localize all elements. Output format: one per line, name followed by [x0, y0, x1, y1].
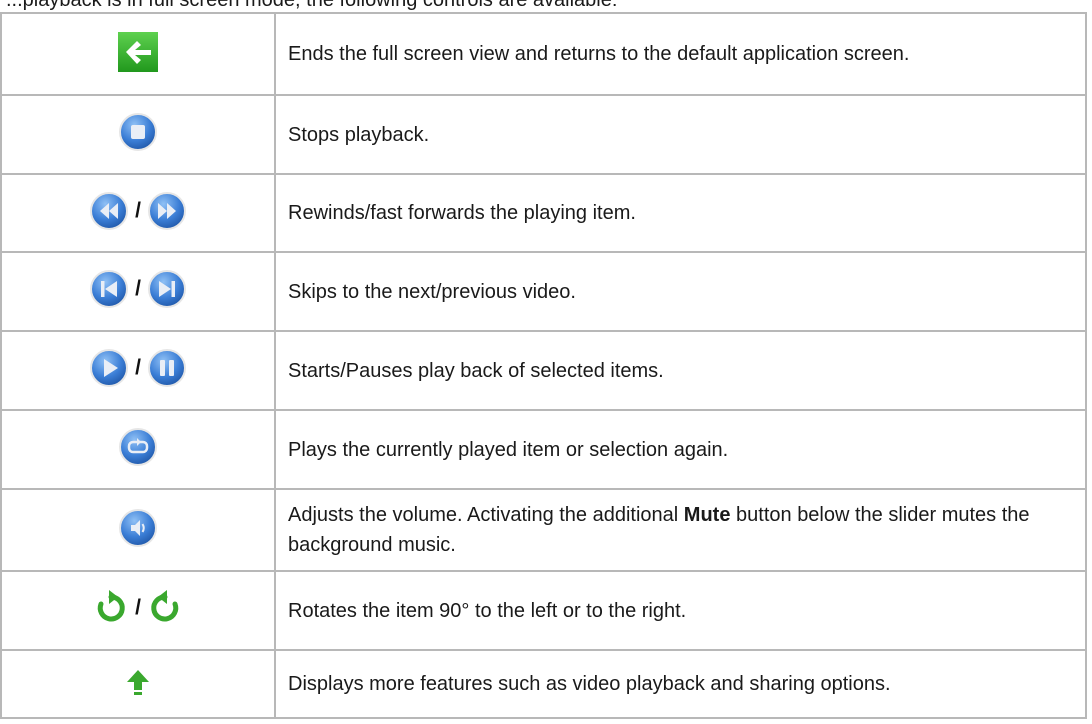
- table-row: Ends the full screen view and returns to…: [0, 12, 1087, 96]
- description-cell: Rotates the item 90° to the left or to t…: [274, 570, 1087, 651]
- rewind-icon: [89, 191, 129, 231]
- description-cell: Adjusts the volume. Activating the addit…: [274, 488, 1087, 572]
- table-row: Adjusts the volume. Activating the addit…: [0, 488, 1087, 572]
- table-row: / Starts/Pauses play back of selected it…: [0, 330, 1087, 411]
- icon-cell: [0, 12, 276, 96]
- skip-next-icon: [147, 269, 187, 309]
- icon-cell: /: [0, 330, 276, 411]
- description-cell: Stops playback.: [274, 94, 1087, 175]
- icon-cell: /: [0, 570, 276, 651]
- description-cell: Ends the full screen view and returns to…: [274, 12, 1087, 96]
- table-row: Displays more features such as video pla…: [0, 649, 1087, 719]
- description-cell: Rewinds/fast forwards the playing item.: [274, 173, 1087, 253]
- table-row: / Rewinds/fast forwards the playing item…: [0, 173, 1087, 253]
- table-row: / Skips to the next/previous video.: [0, 251, 1087, 332]
- repeat-icon: [118, 427, 158, 467]
- volume-icon: [118, 508, 158, 548]
- controls-table: Ends the full screen view and returns to…: [0, 12, 1087, 719]
- icon-cell: [0, 94, 276, 175]
- pause-icon: [147, 348, 187, 388]
- rotate-left-icon: [89, 588, 129, 628]
- intro-text: ...playback is in full screen mode, the …: [6, 0, 618, 11]
- description-cell: Skips to the next/previous video.: [274, 251, 1087, 332]
- table-row: Plays the currently played item or selec…: [0, 409, 1087, 490]
- icon-cell: /: [0, 251, 276, 332]
- rotate-right-icon: [147, 588, 187, 628]
- icon-cell: [0, 409, 276, 490]
- more-features-arrow-icon: [123, 667, 153, 697]
- icon-cell: /: [0, 173, 276, 253]
- table-row: Stops playback.: [0, 94, 1087, 175]
- description-cell: Plays the currently played item or selec…: [274, 409, 1087, 490]
- separator: /: [135, 277, 141, 300]
- fast-forward-icon: [147, 191, 187, 231]
- stop-icon: [118, 112, 158, 152]
- back-arrow-icon: [118, 31, 158, 72]
- separator: /: [135, 356, 141, 379]
- icon-cell: [0, 488, 276, 572]
- play-icon: [89, 348, 129, 388]
- separator: /: [135, 596, 141, 619]
- table-row: / Rotates the item 90° to the left or to…: [0, 570, 1087, 651]
- mute-label: Mute: [683, 504, 731, 526]
- separator: /: [135, 198, 141, 222]
- description-cell: Starts/Pauses play back of selected item…: [274, 330, 1087, 411]
- skip-previous-icon: [89, 269, 129, 309]
- description-cell: Displays more features such as video pla…: [274, 649, 1087, 719]
- icon-cell: [0, 649, 276, 719]
